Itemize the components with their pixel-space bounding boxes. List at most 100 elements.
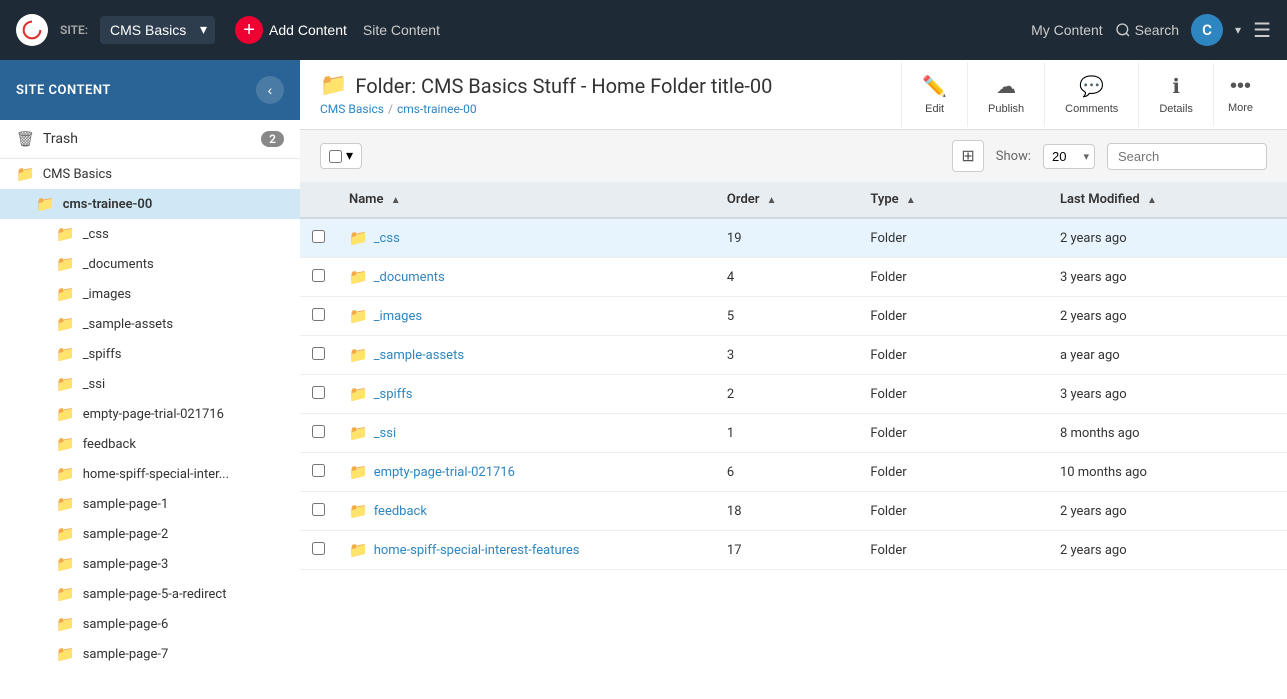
- sidebar-tree: 🗑 Trash 2 📁CMS Basics📁cms-trainee-00📁_cs…: [0, 120, 300, 699]
- sidebar-tree-item[interactable]: 📁_css: [0, 219, 300, 249]
- hamburger-button[interactable]: ☰: [1253, 18, 1271, 43]
- row-checkbox[interactable]: [312, 425, 325, 438]
- row-modified-cell: 8 months ago: [1048, 414, 1287, 453]
- sidebar-tree-item[interactable]: 📁_images: [0, 279, 300, 309]
- logo-icon[interactable]: [16, 14, 48, 46]
- sidebar-tree-item[interactable]: 📁sample-page-7: [0, 639, 300, 669]
- th-type[interactable]: Type ▲: [858, 182, 1048, 218]
- th-name[interactable]: Name ▲: [337, 182, 715, 218]
- search-input[interactable]: [1107, 143, 1267, 170]
- row-name-link[interactable]: _css: [374, 231, 400, 246]
- row-name-cell: 📁 home-spiff-special-interest-features: [337, 531, 715, 570]
- row-name-link[interactable]: _images: [374, 309, 422, 324]
- user-avatar[interactable]: C: [1191, 14, 1223, 46]
- row-checkbox[interactable]: [312, 503, 325, 516]
- sidebar-tree-item[interactable]: 📁sample-page-3: [0, 549, 300, 579]
- row-name-link[interactable]: _sample-assets: [374, 348, 464, 363]
- row-modified-cell: 3 years ago: [1048, 375, 1287, 414]
- modified-sort-icon: ▲: [1147, 195, 1157, 206]
- sidebar-collapse-button[interactable]: ‹: [256, 76, 284, 104]
- table-body: 📁 _css 19 Folder 2 years ago 📁 _document…: [300, 218, 1287, 570]
- row-name: 📁 _images: [349, 307, 703, 325]
- breadcrumb-site[interactable]: CMS Basics: [320, 102, 384, 116]
- site-selector-wrapper[interactable]: CMS Basics: [100, 16, 215, 44]
- sidebar-title: SITE CONTENT: [16, 83, 111, 98]
- comments-button[interactable]: 💬 Comments: [1044, 62, 1138, 127]
- dropdown-arrow-icon[interactable]: ▾: [346, 148, 353, 164]
- breadcrumb-folder[interactable]: cms-trainee-00: [397, 102, 477, 116]
- select-all-checkbox-dropdown[interactable]: ▾: [320, 143, 362, 169]
- row-name: 📁 _sample-assets: [349, 346, 703, 364]
- folder-icon: 📁: [56, 435, 75, 453]
- sidebar-tree-item[interactable]: 📁empty-page-trial-021716: [0, 399, 300, 429]
- row-name-link[interactable]: _spiffs: [374, 387, 413, 402]
- add-content-button[interactable]: + Add Content: [235, 16, 347, 44]
- grid-toggle-button[interactable]: ⊞: [952, 140, 983, 172]
- trash-item[interactable]: 🗑 Trash 2: [0, 120, 300, 159]
- row-modified-cell: a year ago: [1048, 336, 1287, 375]
- more-icon: •••: [1230, 75, 1251, 98]
- th-order-label: Order: [727, 192, 760, 207]
- site-label: SITE:: [60, 23, 88, 37]
- th-last-modified[interactable]: Last Modified ▲: [1048, 182, 1287, 218]
- th-order[interactable]: Order ▲: [715, 182, 858, 218]
- row-checkbox[interactable]: [312, 347, 325, 360]
- row-checkbox[interactable]: [312, 269, 325, 282]
- row-checkbox[interactable]: [312, 230, 325, 243]
- show-label: Show:: [996, 149, 1031, 164]
- tree-item-label: _sample-assets: [83, 317, 173, 332]
- content-title: 📁 Folder: CMS Basics Stuff - Home Folder…: [320, 73, 901, 98]
- more-button[interactable]: ••• More: [1213, 63, 1267, 126]
- row-type-cell: Folder: [858, 297, 1048, 336]
- content-header-left: 📁 Folder: CMS Basics Stuff - Home Folder…: [320, 73, 901, 116]
- row-checkbox[interactable]: [312, 386, 325, 399]
- row-folder-icon: 📁: [349, 541, 368, 559]
- sidebar-tree-item[interactable]: 📁CMS Basics: [0, 159, 300, 189]
- row-name-link[interactable]: home-spiff-special-interest-features: [374, 543, 580, 558]
- row-name-cell: 📁 _ssi: [337, 414, 715, 453]
- sidebar-tree-item[interactable]: 📁sample-page-1: [0, 489, 300, 519]
- row-type-cell: Folder: [858, 492, 1048, 531]
- row-checkbox[interactable]: [312, 464, 325, 477]
- sidebar-tree-item[interactable]: 📁 _sample-assets: [0, 309, 300, 339]
- sidebar-tree-item[interactable]: 📁feedback: [0, 429, 300, 459]
- row-order-cell: 6: [715, 453, 858, 492]
- row-checkbox[interactable]: [312, 542, 325, 555]
- sidebar-tree-item[interactable]: 📁_ssi: [0, 369, 300, 399]
- folder-icon: 📁: [56, 255, 75, 273]
- publish-button[interactable]: ☁ Publish: [967, 62, 1044, 127]
- my-content-button[interactable]: My Content: [1031, 22, 1103, 38]
- table-row: 📁 feedback 18 Folder 2 years ago: [300, 492, 1287, 531]
- sidebar-tree-item[interactable]: 📁_documents: [0, 249, 300, 279]
- row-checkbox[interactable]: [312, 308, 325, 321]
- show-select[interactable]: 20 50 100: [1043, 144, 1095, 169]
- row-name-link[interactable]: feedback: [374, 504, 427, 519]
- folder-icon: 📁: [56, 225, 75, 243]
- sidebar-tree-item[interactable]: 📁home-spiff-special-inter...: [0, 459, 300, 489]
- details-button[interactable]: ℹ Details: [1138, 62, 1213, 127]
- folder-icon: 📁: [56, 645, 75, 663]
- show-select-wrapper[interactable]: 20 50 100: [1043, 144, 1095, 169]
- row-name-link[interactable]: empty-page-trial-021716: [374, 465, 515, 480]
- tree-item-label: empty-page-trial-021716: [83, 407, 224, 422]
- select-all-checkbox[interactable]: [329, 150, 342, 163]
- row-type-cell: Folder: [858, 414, 1048, 453]
- sidebar-tree-item[interactable]: 📁sample-page-5-a-redirect: [0, 579, 300, 609]
- row-name-link[interactable]: _documents: [374, 270, 445, 285]
- search-nav-button[interactable]: Search: [1115, 22, 1179, 38]
- top-navigation: SITE: CMS Basics + Add Content Site Cont…: [0, 0, 1287, 60]
- row-name: 📁 feedback: [349, 502, 703, 520]
- tree-container: 📁CMS Basics📁cms-trainee-00📁_css📁_documen…: [0, 159, 300, 669]
- sidebar-tree-item[interactable]: 📁sample-page-2: [0, 519, 300, 549]
- row-name-link[interactable]: _ssi: [374, 426, 396, 441]
- sidebar-tree-item[interactable]: 📁_spiffs: [0, 339, 300, 369]
- sidebar-tree-item[interactable]: 📁cms-trainee-00: [0, 189, 300, 219]
- site-content-nav-link[interactable]: Site Content: [359, 22, 444, 38]
- comments-label: Comments: [1065, 103, 1118, 115]
- site-selector[interactable]: CMS Basics: [100, 16, 215, 44]
- sidebar-tree-item[interactable]: 📁sample-page-6: [0, 609, 300, 639]
- edit-button[interactable]: ✏️ Edit: [901, 62, 967, 127]
- row-checkbox-cell: [300, 336, 337, 375]
- user-chevron-icon[interactable]: ▾: [1235, 23, 1241, 37]
- folder-icon: 📁: [56, 315, 75, 333]
